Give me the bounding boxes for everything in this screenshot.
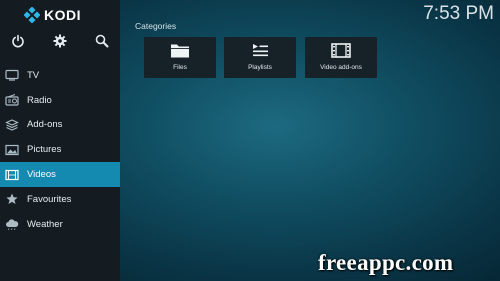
watermark: freeappc.com bbox=[318, 250, 454, 275]
film-icon bbox=[5, 169, 19, 180]
clock: 7:53 PM bbox=[423, 3, 494, 24]
sidebar-item-tv[interactable]: TV bbox=[0, 63, 120, 88]
sidebar-item-label: Weather bbox=[27, 218, 63, 230]
cloud-icon bbox=[6, 219, 19, 231]
gear-icon[interactable] bbox=[53, 34, 67, 48]
tile-label: Files bbox=[173, 64, 187, 71]
radio-icon bbox=[5, 94, 19, 106]
search-icon[interactable] bbox=[95, 34, 109, 48]
tile-label: Playlists bbox=[248, 64, 272, 71]
sidebar-item-label: Pictures bbox=[27, 144, 62, 156]
kodi-logo: KODI bbox=[24, 6, 81, 24]
sidebar-item-favourites[interactable]: Favourites bbox=[0, 187, 120, 212]
power-icon[interactable] bbox=[11, 34, 25, 48]
sidebar-item-radio[interactable]: Radio bbox=[0, 88, 120, 113]
star-icon bbox=[6, 193, 18, 205]
sidebar-top-icons bbox=[0, 34, 120, 50]
folder-icon bbox=[171, 44, 189, 58]
film-icon bbox=[331, 43, 351, 58]
sidebar-menu: TV Radio Add-ons Pictures Videos Favouri… bbox=[0, 63, 120, 237]
sidebar-item-label: TV bbox=[27, 69, 40, 81]
sidebar: KODI TV Radio Add-ons Pictures Videos Fa… bbox=[0, 0, 120, 281]
sidebar-item-label: Videos bbox=[27, 169, 56, 181]
picture-icon bbox=[5, 144, 19, 155]
kodi-logo-icon bbox=[24, 7, 40, 23]
sidebar-item-label: Add-ons bbox=[27, 119, 63, 131]
tile-label: Video add-ons bbox=[320, 64, 362, 71]
sidebar-item-label: Radio bbox=[27, 94, 52, 106]
sidebar-item-videos[interactable]: Videos bbox=[0, 162, 120, 187]
sidebar-item-pictures[interactable]: Pictures bbox=[0, 137, 120, 162]
tile-files[interactable]: Files bbox=[144, 37, 216, 78]
addons-icon bbox=[5, 119, 19, 131]
sidebar-item-label: Favourites bbox=[27, 193, 72, 205]
section-title: Categories bbox=[135, 21, 177, 31]
tv-icon bbox=[5, 70, 19, 81]
sidebar-item-weather[interactable]: Weather bbox=[0, 212, 120, 237]
tile-video-addons[interactable]: Video add-ons bbox=[305, 37, 377, 78]
tile-playlists[interactable]: Playlists bbox=[224, 37, 296, 78]
app-name: KODI bbox=[44, 7, 81, 23]
playlist-icon bbox=[253, 44, 268, 57]
sidebar-item-addons[interactable]: Add-ons bbox=[0, 113, 120, 138]
